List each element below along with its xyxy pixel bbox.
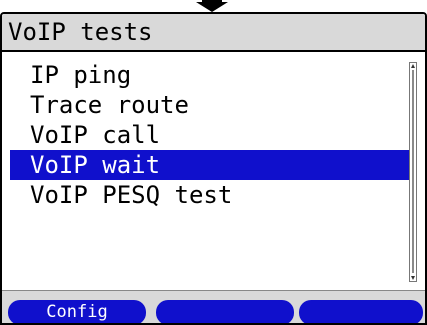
device-screen: VoIP tests IP ping Trace route VoIP call… <box>0 12 427 325</box>
menu-item-ip-ping[interactable]: IP ping <box>10 60 414 90</box>
page-title: VoIP tests <box>8 18 153 46</box>
scroll-up-icon[interactable] <box>411 64 415 68</box>
softkey-bar: Config <box>2 290 425 323</box>
menu-item-voip-pesq-test[interactable]: VoIP PESQ test <box>10 180 414 210</box>
config-softkey[interactable]: Config <box>8 300 146 323</box>
menu-item-voip-wait[interactable]: VoIP wait <box>10 150 414 180</box>
title-bar: VoIP tests <box>2 14 425 52</box>
menu-area: IP ping Trace route VoIP call VoIP wait … <box>2 52 425 290</box>
menu-list: IP ping Trace route VoIP call VoIP wait … <box>10 60 414 210</box>
softkey-2[interactable] <box>156 300 294 323</box>
menu-scrollbar[interactable] <box>409 62 417 282</box>
menu-item-trace-route[interactable]: Trace route <box>10 90 414 120</box>
scroll-thumb[interactable] <box>412 70 414 273</box>
scroll-down-icon[interactable] <box>411 276 415 280</box>
menu-item-voip-call[interactable]: VoIP call <box>10 120 414 150</box>
softkey-3[interactable] <box>299 300 423 323</box>
down-arrow-icon <box>196 0 228 12</box>
